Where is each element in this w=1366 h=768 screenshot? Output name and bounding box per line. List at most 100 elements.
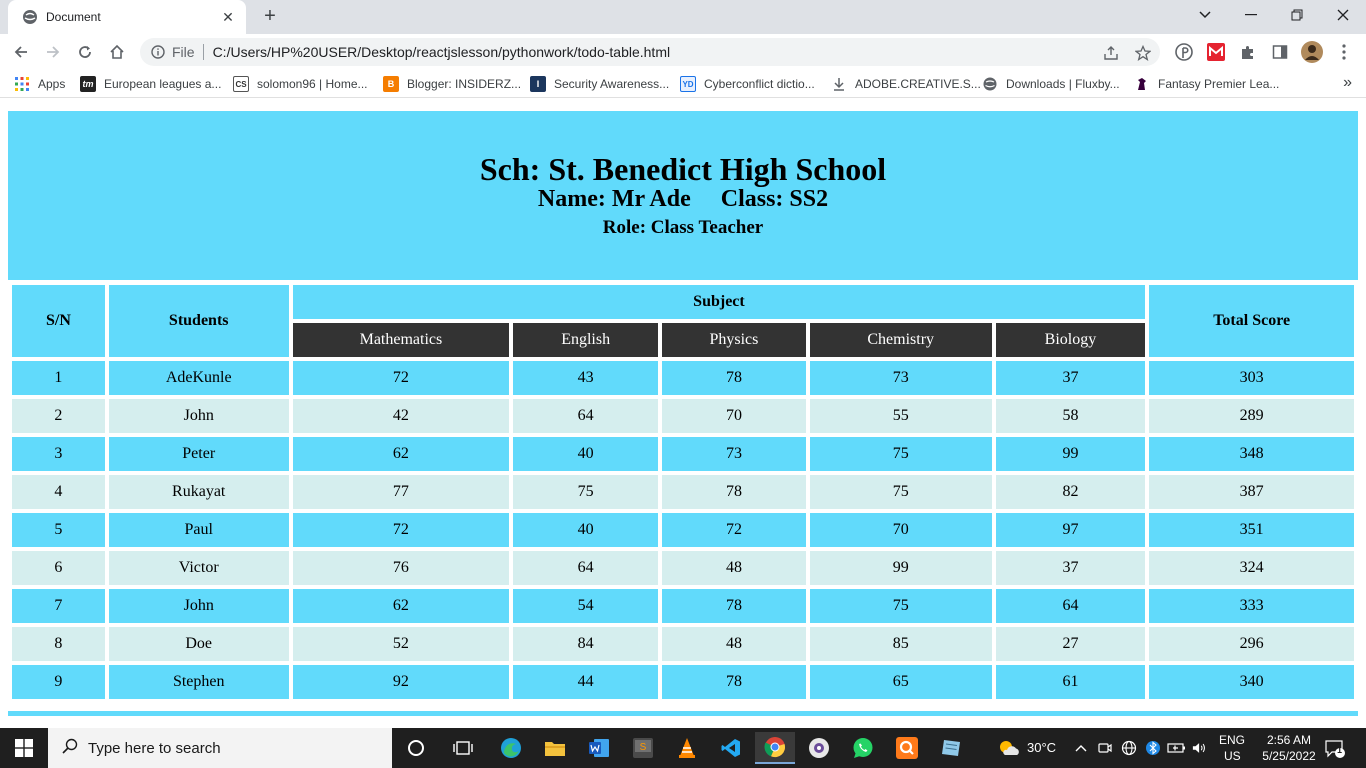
more-bookmarks-chevron-icon[interactable]: » xyxy=(1343,74,1352,92)
show-hidden-icons-chevron-icon[interactable] xyxy=(1073,740,1089,756)
bookmark-security-awareness[interactable]: I Security Awareness... xyxy=(530,75,669,93)
bookmark-apps[interactable]: Apps xyxy=(14,75,65,93)
bookmark-fantasy-premier-league[interactable]: Fantasy Premier Lea... xyxy=(1134,75,1279,93)
cell-physics: 70 xyxy=(662,399,806,433)
header-chemistry: Chemistry xyxy=(809,323,992,357)
task-view-icon[interactable] xyxy=(443,732,483,764)
table-footer-bar xyxy=(8,711,1358,716)
bookmark-label: Apps xyxy=(38,77,66,91)
bookmark-blogger[interactable]: B Blogger: INSIDERZ... xyxy=(383,75,521,93)
cell-english: 54 xyxy=(513,589,659,623)
taskbar-search-box[interactable]: Type here to search xyxy=(48,728,392,768)
reload-icon[interactable] xyxy=(72,39,98,65)
cell-chemistry: 65 xyxy=(809,665,992,699)
cell-student: Stephen xyxy=(108,665,289,699)
media-player-icon[interactable] xyxy=(799,732,839,764)
header-sn: S/N xyxy=(12,285,105,357)
tab-search-chevron-icon[interactable] xyxy=(1182,0,1228,30)
windows-start-icon[interactable] xyxy=(0,728,48,768)
profile-avatar[interactable] xyxy=(1301,41,1323,63)
cell-student: Peter xyxy=(108,437,289,471)
cell-total: 289 xyxy=(1149,399,1354,433)
meet-now-icon[interactable] xyxy=(1097,740,1113,756)
sublime-app-icon[interactable]: S xyxy=(623,732,663,764)
table-row: 3 Peter 62 40 73 75 99 348 xyxy=(12,437,1354,471)
cell-biology: 37 xyxy=(995,361,1146,395)
cell-total: 324 xyxy=(1149,551,1354,585)
weather-sun-cloud-icon[interactable] xyxy=(998,738,1020,758)
close-window-icon[interactable] xyxy=(1320,0,1366,30)
bookmark-adobe-creative[interactable]: ADOBE.CREATIVE.S... xyxy=(831,75,981,93)
cell-english: 44 xyxy=(513,665,659,699)
cell-english: 64 xyxy=(513,551,659,585)
home-icon[interactable] xyxy=(104,39,130,65)
site-info-icon[interactable] xyxy=(150,44,166,60)
share-icon[interactable] xyxy=(1102,44,1120,62)
word-icon[interactable] xyxy=(579,732,619,764)
close-tab-icon[interactable]: ✕ xyxy=(220,9,236,25)
bookmark-cyberconflict[interactable]: YD Cyberconflict dictio... xyxy=(680,75,815,93)
search-placeholder: Type here to search xyxy=(88,739,221,757)
header-mathematics: Mathematics xyxy=(292,323,510,357)
clock-date[interactable]: 5/25/2022 xyxy=(1252,749,1326,763)
forward-arrow-icon[interactable] xyxy=(40,39,66,65)
bookmark-solomon96[interactable]: CS solomon96 | Home... xyxy=(233,75,368,93)
keyboard-layout-indicator[interactable]: US xyxy=(1224,749,1241,763)
notes-app-icon[interactable] xyxy=(931,732,971,764)
back-arrow-icon[interactable] xyxy=(8,39,34,65)
tm-icon: tm xyxy=(80,76,96,92)
cs-icon: CS xyxy=(233,76,249,92)
language-indicator[interactable]: ENG xyxy=(1219,733,1245,747)
header-english: English xyxy=(513,323,659,357)
minimize-window-icon[interactable] xyxy=(1228,0,1274,30)
address-bar[interactable]: File C:/Users/HP%20USER/Desktop/reactjsl… xyxy=(140,38,1160,66)
cortana-icon[interactable] xyxy=(396,732,436,764)
url-text[interactable]: C:/Users/HP%20USER/Desktop/reactjslesson… xyxy=(213,44,671,60)
table-row: 8 Doe 52 84 48 85 27 296 xyxy=(12,627,1354,661)
bluetooth-icon[interactable] xyxy=(1145,740,1161,756)
download-icon xyxy=(831,76,847,92)
new-tab-button[interactable]: + xyxy=(258,6,282,28)
volume-icon[interactable] xyxy=(1192,740,1208,756)
weather-temperature[interactable]: 30°C xyxy=(1027,740,1056,755)
cell-sn: 6 xyxy=(12,551,105,585)
cell-physics: 78 xyxy=(662,589,806,623)
clock-time[interactable]: 2:56 AM xyxy=(1258,733,1320,747)
wps-office-icon[interactable] xyxy=(887,732,927,764)
browser-tab-document[interactable]: Document ✕ xyxy=(8,0,246,34)
network-globe-icon[interactable] xyxy=(1121,740,1137,756)
cell-mathematics: 62 xyxy=(292,589,510,623)
whatsapp-icon[interactable] xyxy=(843,732,883,764)
vscode-icon[interactable] xyxy=(711,732,751,764)
file-explorer-icon[interactable] xyxy=(535,732,575,764)
cell-chemistry: 73 xyxy=(809,361,992,395)
cell-mathematics: 77 xyxy=(292,475,510,509)
table-row: 4 Rukayat 77 75 78 75 82 387 xyxy=(12,475,1354,509)
chrome-icon[interactable] xyxy=(755,732,795,764)
mcafee-extension-icon[interactable] xyxy=(1205,41,1227,63)
vlc-icon[interactable] xyxy=(667,732,707,764)
edge-browser-icon[interactable] xyxy=(491,732,531,764)
cell-chemistry: 75 xyxy=(809,437,992,471)
bookmark-label: Downloads | Fluxby... xyxy=(1006,77,1120,91)
side-panel-icon[interactable] xyxy=(1269,41,1291,63)
notifications-icon[interactable] xyxy=(1324,738,1346,760)
battery-plug-icon[interactable] xyxy=(1167,740,1187,756)
browser-menu-icon[interactable] xyxy=(1333,41,1355,63)
restore-window-icon[interactable] xyxy=(1274,0,1320,30)
globe-icon xyxy=(982,76,998,92)
cell-english: 43 xyxy=(513,361,659,395)
cell-physics: 78 xyxy=(662,361,806,395)
bookmark-fluxby-downloads[interactable]: Downloads | Fluxby... xyxy=(982,75,1120,93)
pinterest-extension-icon[interactable] xyxy=(1173,41,1195,63)
cell-english: 64 xyxy=(513,399,659,433)
bookmark-star-icon[interactable] xyxy=(1134,44,1152,62)
cell-sn: 8 xyxy=(12,627,105,661)
cell-biology: 82 xyxy=(995,475,1146,509)
bookmark-european-leagues[interactable]: tm European leagues a... xyxy=(80,75,221,93)
cell-biology: 61 xyxy=(995,665,1146,699)
notification-count-badge: 1 xyxy=(1337,745,1343,755)
cell-mathematics: 92 xyxy=(292,665,510,699)
cell-student: Rukayat xyxy=(108,475,289,509)
extensions-puzzle-icon[interactable] xyxy=(1237,41,1259,63)
